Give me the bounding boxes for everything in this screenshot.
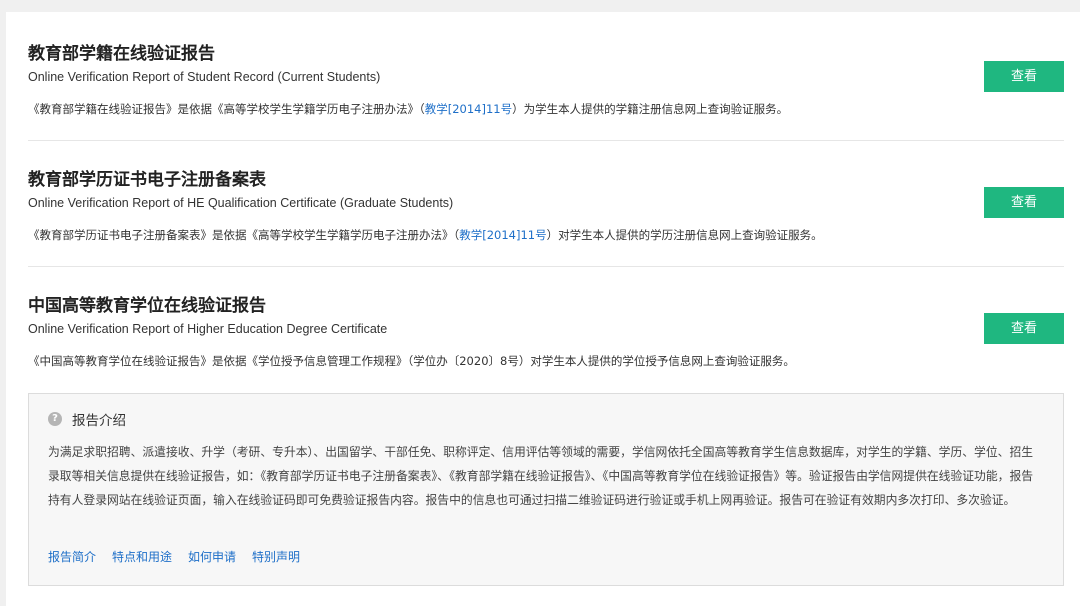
report-description-text: 《教育部学历证书电子注册备案表》是依据《高等学校学生学籍学历电子注册办法》（ bbox=[28, 228, 460, 242]
intro-header: ? 报告介绍 bbox=[48, 409, 126, 429]
report-student-record: 教育部学籍在线验证报告 Online Verification Report o… bbox=[28, 39, 1064, 119]
report-description-text: ）对学生本人提供的学历注册信息网上查询验证服务。 bbox=[546, 228, 823, 242]
divider bbox=[28, 140, 1064, 141]
view-button[interactable]: 查看 bbox=[984, 61, 1064, 92]
link-features-and-uses[interactable]: 特点和用途 bbox=[112, 548, 172, 565]
report-description-text: 《教育部学籍在线验证报告》是依据《高等学校学生学籍学历电子注册办法》（ bbox=[28, 102, 425, 116]
intro-title: 报告介绍 bbox=[72, 413, 126, 429]
report-title: 教育部学历证书电子注册备案表 bbox=[28, 170, 266, 190]
report-description-text: ）为学生本人提供的学籍注册信息网上查询验证服务。 bbox=[512, 102, 789, 116]
report-subtitle: Online Verification Report of HE Qualifi… bbox=[28, 196, 454, 210]
report-qualification-certificate: 教育部学历证书电子注册备案表 Online Verification Repor… bbox=[28, 165, 1064, 245]
intro-text: 为满足求职招聘、派遣接收、升学（考研、专升本）、出国留学、干部任免、职称评定、信… bbox=[48, 445, 1034, 507]
main-card: 教育部学籍在线验证报告 Online Verification Report o… bbox=[6, 12, 1080, 606]
question-circle-icon: ? bbox=[48, 412, 62, 426]
report-subtitle: Online Verification Report of Student Re… bbox=[28, 70, 381, 84]
view-button[interactable]: 查看 bbox=[984, 313, 1064, 344]
view-button[interactable]: 查看 bbox=[984, 187, 1064, 218]
report-description: 《中国高等教育学位在线验证报告》是依据《学位授予信息管理工作规程》（学位办〔20… bbox=[28, 353, 795, 369]
regulation-link[interactable]: 教学[2014]11号 bbox=[459, 228, 546, 242]
report-degree-certificate: 中国高等教育学位在线验证报告 Online Verification Repor… bbox=[28, 291, 1064, 371]
regulation-link[interactable]: 教学[2014]11号 bbox=[425, 102, 512, 116]
divider bbox=[28, 266, 1064, 267]
report-description-text: 《中国高等教育学位在线验证报告》是依据《学位授予信息管理工作规程》（学位办〔20… bbox=[28, 354, 795, 368]
report-title: 教育部学籍在线验证报告 bbox=[28, 44, 215, 64]
report-description: 《教育部学籍在线验证报告》是依据《高等学校学生学籍学历电子注册办法》（教学[20… bbox=[28, 101, 788, 117]
link-special-statement[interactable]: 特别声明 bbox=[252, 548, 300, 565]
report-intro-panel: ? 报告介绍 为满足求职招聘、派遣接收、升学（考研、专升本）、出国留学、干部任免… bbox=[28, 393, 1064, 586]
link-how-to-apply[interactable]: 如何申请 bbox=[188, 548, 236, 565]
report-title: 中国高等教育学位在线验证报告 bbox=[28, 296, 266, 316]
link-report-overview[interactable]: 报告简介 bbox=[48, 548, 96, 565]
intro-links: 报告简介 特点和用途 如何申请 特别声明 bbox=[48, 548, 300, 565]
report-subtitle: Online Verification Report of Higher Edu… bbox=[28, 322, 388, 336]
report-description: 《教育部学历证书电子注册备案表》是依据《高等学校学生学籍学历电子注册办法》（教学… bbox=[28, 227, 823, 243]
